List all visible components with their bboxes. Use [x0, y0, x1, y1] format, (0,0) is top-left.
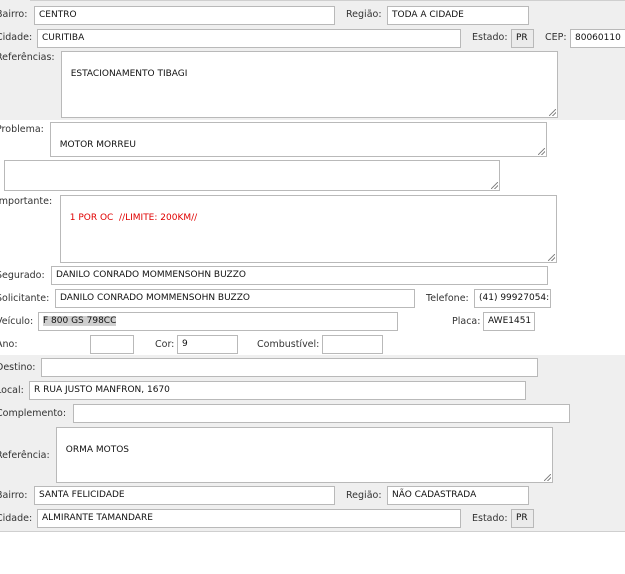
problema-text: MOTOR MORREU: [59, 140, 136, 150]
resize-handle-icon[interactable]: [548, 254, 555, 261]
telefone-field[interactable]: (41) 99927054:: [474, 289, 551, 308]
ano-label: Ano:: [0, 339, 18, 350]
resize-handle-icon[interactable]: [538, 148, 545, 155]
cep-field[interactable]: 80060110: [570, 29, 625, 48]
bairro-label: Bairro:: [0, 9, 28, 20]
segurado-label: Segurado:: [0, 270, 45, 281]
local-field[interactable]: R RUA JUSTO MANFRON, 1670: [29, 381, 526, 400]
veiculo-field[interactable]: F 800 GS 798CC: [38, 312, 398, 331]
regiao-dest-label: Região:: [346, 490, 382, 501]
problema-textarea[interactable]: MOTOR MORREU: [50, 122, 547, 157]
ano-field[interactable]: [90, 335, 134, 354]
referencias-label: Referências:: [0, 52, 55, 63]
complemento-label: Complemento:: [0, 408, 67, 419]
cor-field[interactable]: 9: [177, 335, 238, 354]
regiao-dest-field[interactable]: NÃO CADASTRADA: [387, 486, 529, 505]
destino-label: Destino:: [0, 362, 36, 373]
importante-textarea[interactable]: 1 POR OC //LIMITE: 200KM//: [60, 195, 557, 263]
regiao-field[interactable]: TODA A CIDADE: [387, 6, 529, 25]
top-divider: [30, 0, 625, 1]
problema-label: Problema:: [0, 124, 44, 135]
referencias-text: ESTACIONAMENTO TIBAGI: [70, 69, 188, 79]
placa-label: Placa:: [452, 316, 481, 327]
complemento-field[interactable]: [73, 404, 570, 423]
observacao-textarea[interactable]: [4, 160, 500, 191]
cor-label: Cor:: [155, 339, 175, 350]
cidade-dest-label: Cidade:: [0, 513, 33, 524]
bairro-dest-label: Bairro:: [0, 490, 28, 501]
referencias-textarea[interactable]: ESTACIONAMENTO TIBAGI: [61, 51, 558, 118]
veiculo-label: Veículo:: [0, 316, 34, 327]
estado-dest-label: Estado:: [472, 513, 508, 524]
bairro-field[interactable]: CENTRO: [34, 6, 335, 25]
destino-field[interactable]: [41, 358, 538, 377]
telefone-label: Telefone:: [426, 293, 469, 304]
referencia-text: ORMA MOTOS: [65, 445, 129, 455]
resize-handle-icon[interactable]: [549, 109, 556, 116]
combustivel-label: Combustível:: [257, 339, 320, 350]
estado-dest-select[interactable]: PR: [511, 509, 534, 528]
cidade-dest-field[interactable]: ALMIRANTE TAMANDARE: [37, 509, 461, 528]
cidade-field[interactable]: CURITIBA: [37, 29, 461, 48]
referencia-textarea[interactable]: ORMA MOTOS: [56, 427, 553, 483]
resize-handle-icon[interactable]: [491, 182, 498, 189]
referencia-label: Referência:: [0, 450, 50, 461]
solicitante-label: Solicitante:: [0, 293, 50, 304]
bairro-dest-field[interactable]: SANTA FELICIDADE: [34, 486, 335, 505]
combustivel-field[interactable]: [322, 335, 383, 354]
local-label: Local:: [0, 385, 24, 396]
importante-label: Importante:: [0, 196, 53, 207]
importante-text: 1 POR OC //LIMITE: 200KM//: [69, 213, 198, 223]
placa-field[interactable]: AWE1451: [483, 312, 535, 331]
segurado-field[interactable]: DANILO CONRADO MOMMENSOHN BUZZO: [51, 266, 548, 285]
regiao-label: Região:: [346, 9, 382, 20]
resize-handle-icon[interactable]: [544, 474, 551, 481]
veiculo-selected-text: F 800 GS 798CC: [43, 316, 117, 326]
estado-label: Estado:: [472, 32, 508, 43]
estado-select[interactable]: PR: [511, 29, 534, 48]
cidade-label: Cidade:: [0, 32, 33, 43]
cep-label: CEP:: [545, 32, 567, 43]
solicitante-field[interactable]: DANILO CONRADO MOMMENSOHN BUZZO: [55, 289, 415, 308]
